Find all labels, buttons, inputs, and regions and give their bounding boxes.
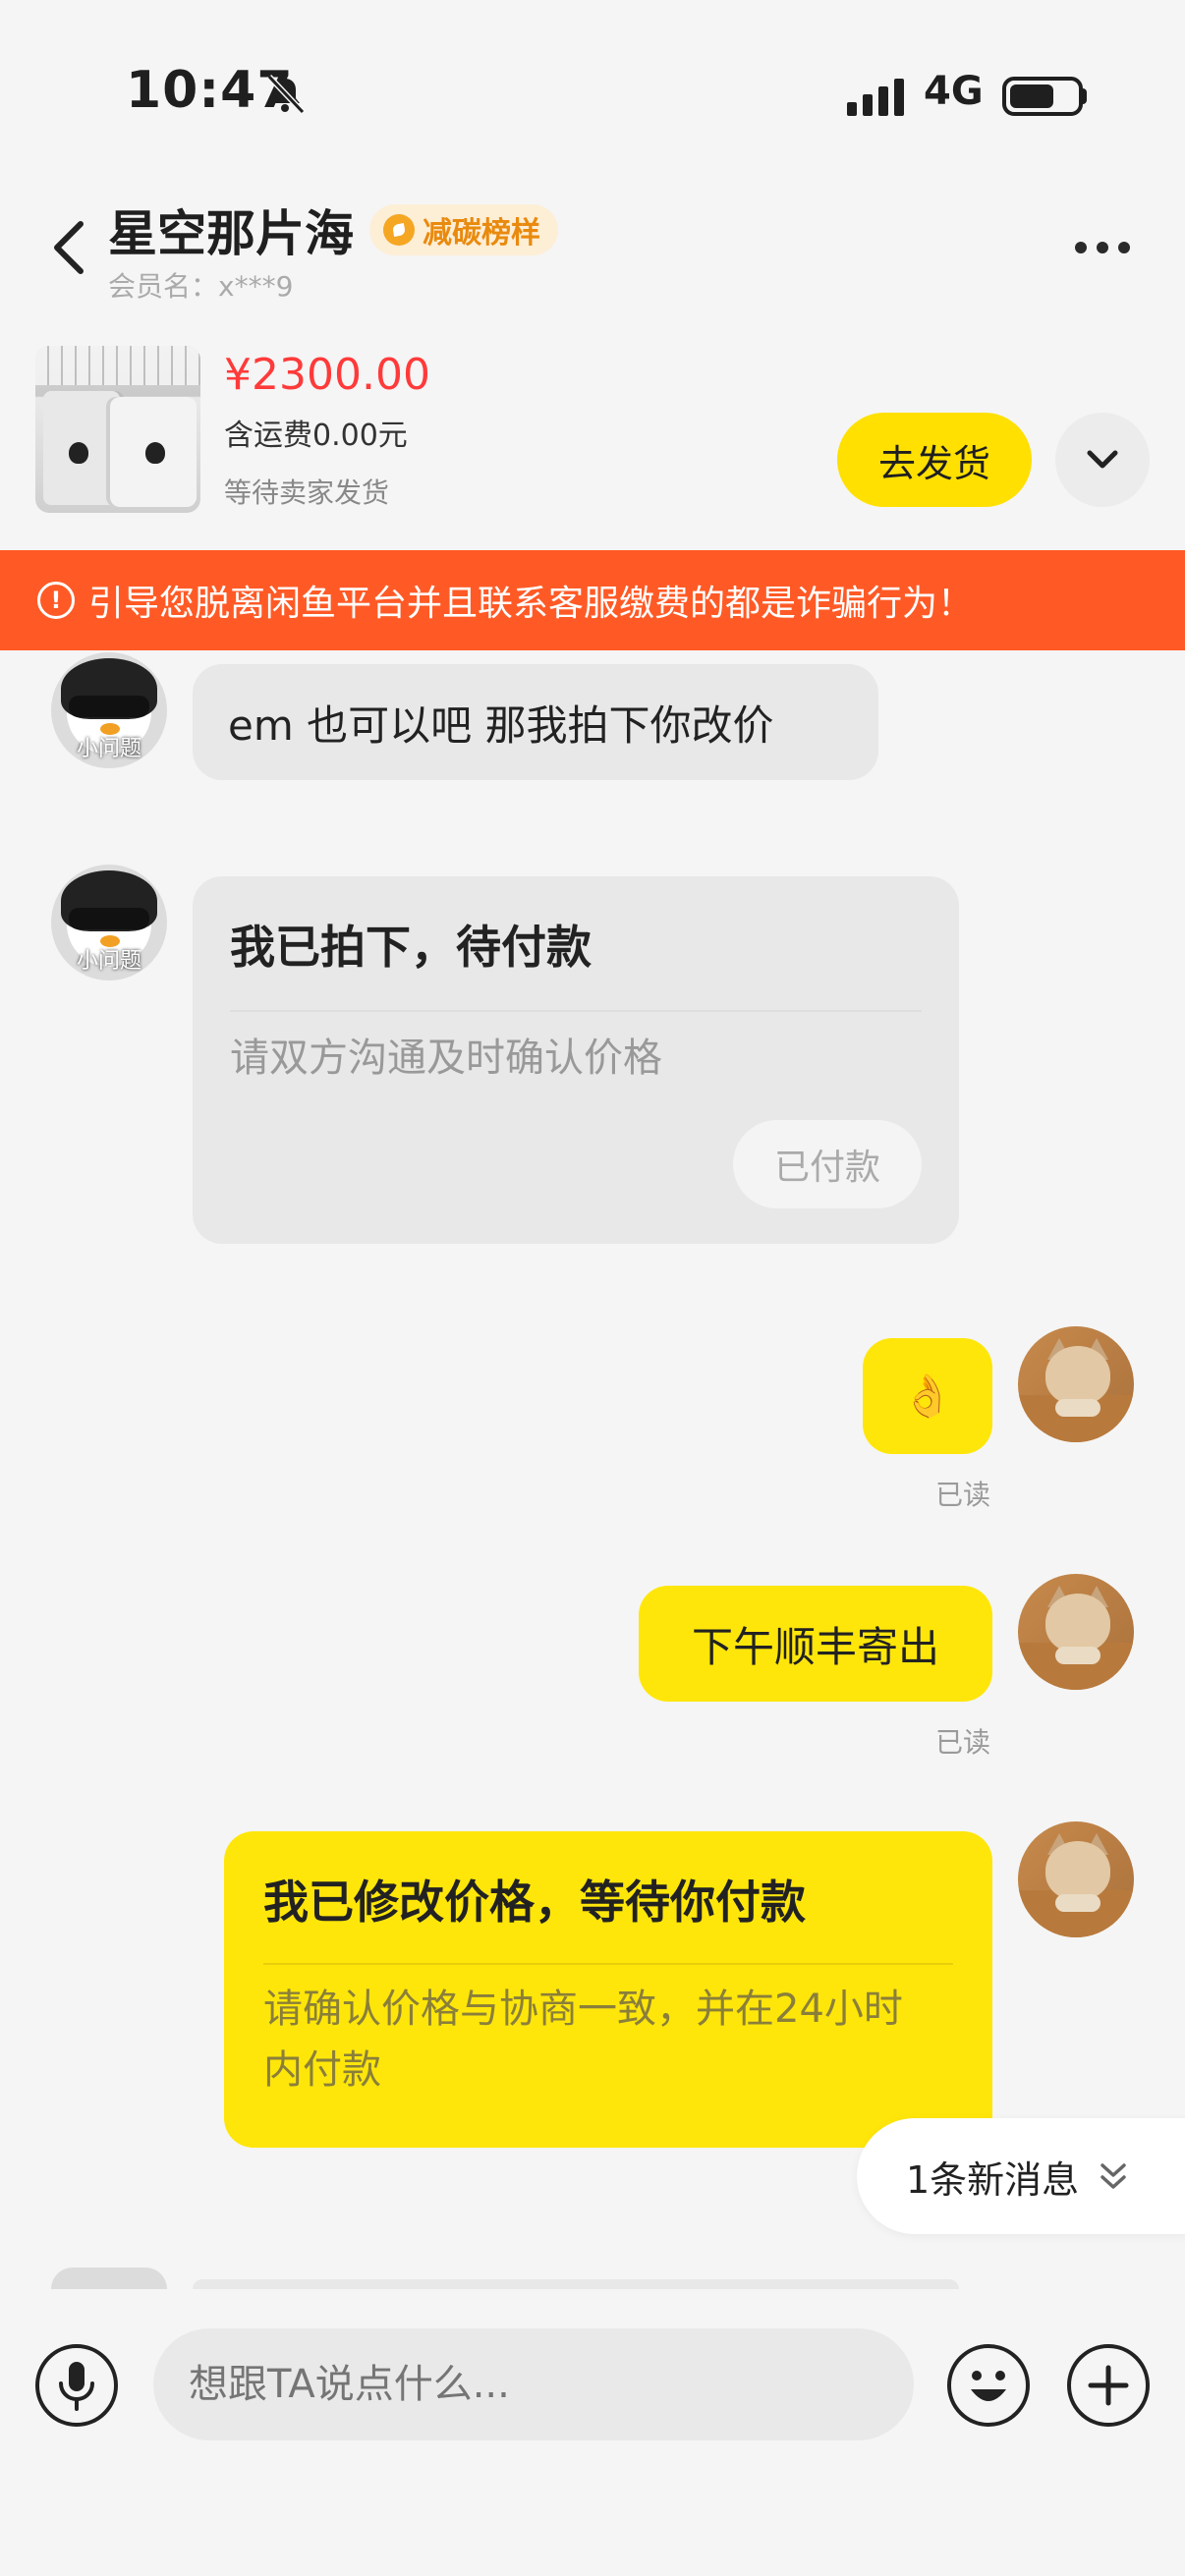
message-text: 👌 <box>901 1372 954 1420</box>
message-bubble[interactable]: 下午顺丰寄出 <box>639 1586 992 1702</box>
avatar-other <box>51 2268 167 2289</box>
warning-text: 引导您脱离闲鱼平台并且联系客服缴费的都是诈骗行为！ <box>88 584 974 624</box>
member-name: 会员名：x***9 <box>108 270 294 303</box>
avatar-self[interactable] <box>1018 1821 1134 1937</box>
message-text: em 也可以吧 那我拍下你改价 <box>228 700 774 750</box>
card-title: 我已修改价格，等待你付款 <box>263 1876 806 1929</box>
paid-button[interactable]: 已付款 <box>733 1120 922 1208</box>
fraud-warning-banner: ! 引导您脱离闲鱼平台并且联系客服缴费的都是诈骗行为！ <box>0 550 1185 650</box>
chevron-down-icon <box>1087 450 1118 469</box>
card-subtitle: 请双方沟通及时确认价格 <box>230 1036 662 1081</box>
avatar-caption: 小问题 <box>76 949 141 974</box>
product-price: ¥2300.00 <box>224 350 430 400</box>
carbon-badge[interactable]: 减碳榜样 <box>369 204 558 255</box>
alert-icon: ! <box>37 582 75 619</box>
chat-title: 星空那片海 <box>108 205 354 262</box>
voice-button[interactable] <box>35 2344 118 2427</box>
message-bubble <box>193 2279 959 2289</box>
product-thumbnail[interactable] <box>35 346 200 513</box>
read-receipt: 已读 <box>935 1479 991 1511</box>
battery-cap <box>1081 88 1087 104</box>
card-divider <box>263 1963 953 1965</box>
message-bubble[interactable]: em 也可以吧 那我拍下你改价 <box>193 664 878 780</box>
ship-button[interactable]: 去发货 <box>837 413 1032 507</box>
back-arrow-icon[interactable] <box>49 218 88 277</box>
order-card[interactable]: 我已拍下，待付款 请双方沟通及时确认价格 已付款 <box>193 876 959 1244</box>
avatar-other[interactable]: 小问题 <box>51 865 167 980</box>
add-button[interactable] <box>1067 2344 1150 2427</box>
avatar-caption: 小问题 <box>76 737 141 761</box>
card-divider <box>230 1010 922 1012</box>
new-message-label: 1条新消息 <box>906 2157 1080 2202</box>
message-text: 下午顺丰寄出 <box>691 1622 939 1671</box>
shipping-fee: 含运费0.00元 <box>224 419 408 453</box>
plus-icon <box>1088 2365 1129 2406</box>
network-type: 4G <box>924 69 984 114</box>
more-options-icon[interactable] <box>1075 228 1138 267</box>
card-title: 我已拍下，待付款 <box>230 921 592 974</box>
badge-label: 减碳榜样 <box>423 216 540 251</box>
emoji-button[interactable] <box>947 2344 1030 2427</box>
expand-button[interactable] <box>1055 413 1150 507</box>
message-input[interactable] <box>153 2328 914 2440</box>
battery-icon <box>1002 77 1083 116</box>
microphone-icon <box>59 2362 94 2411</box>
avatar-self[interactable] <box>1018 1574 1134 1690</box>
order-status: 等待卖家发货 <box>224 476 390 509</box>
smiley-icon <box>971 2371 1006 2401</box>
message-bubble[interactable]: 👌 <box>863 1338 992 1454</box>
price-change-card[interactable]: 我已修改价格，等待你付款 请确认价格与协商一致，并在24小时内付款 <box>224 1831 992 2148</box>
signal-icon <box>847 79 904 116</box>
avatar-self[interactable] <box>1018 1326 1134 1442</box>
new-message-button[interactable]: 1条新消息 <box>857 2118 1185 2234</box>
card-subtitle: 请确认价格与协商一致，并在24小时内付款 <box>263 1987 903 2093</box>
read-receipt: 已读 <box>935 1726 991 1759</box>
double-chevron-down-icon <box>1100 2163 1126 2189</box>
avatar-other[interactable]: 小问题 <box>51 652 167 768</box>
bell-muted-icon <box>266 74 306 115</box>
leaf-icon <box>383 214 415 246</box>
